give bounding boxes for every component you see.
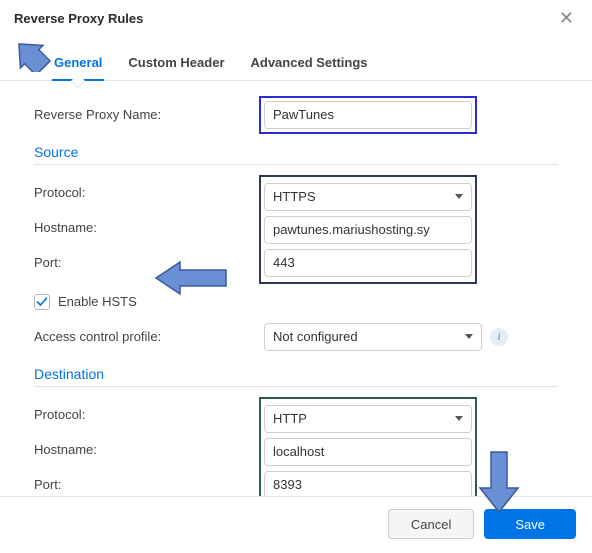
source-protocol-select[interactable]: HTTPS [264,183,472,211]
row-access-control: Access control profile: Not configured i [34,319,558,354]
destination-labels: Protocol: Hostname: Port: [34,397,264,496]
tab-label: General [54,55,102,70]
annotation-arrow-general [4,22,54,72]
source-hostname-label: Hostname: [34,220,264,235]
dest-port-label: Port: [34,477,264,492]
highlight-box-destination: HTTP [259,397,477,496]
tab-general[interactable]: General [52,49,104,80]
proxy-name-label: Reverse Proxy Name: [34,107,264,122]
cancel-button[interactable]: Cancel [388,509,474,539]
source-port-input[interactable] [264,249,472,277]
highlight-box-source: HTTPS [259,175,477,284]
info-icon[interactable]: i [490,328,508,346]
dest-protocol-select[interactable]: HTTP [264,405,472,433]
dest-port-input[interactable] [264,471,472,497]
annotation-arrow-hsts [150,258,230,298]
annotation-arrow-save [474,448,524,518]
source-protocol-value: HTTPS [273,189,316,204]
access-control-label: Access control profile: [34,329,264,344]
row-proxy-name: Reverse Proxy Name: [34,97,558,132]
source-hostname-input[interactable] [264,216,472,244]
section-destination: Destination [34,360,558,387]
dest-hostname-label: Hostname: [34,442,264,457]
row-hsts: Enable HSTS [34,284,558,319]
tab-bar: General Custom Header Advanced Settings [0,41,592,81]
section-source: Source [34,138,558,165]
dest-protocol-value: HTTP [273,411,307,426]
source-protocol-label: Protocol: [34,185,264,200]
dest-hostname-input[interactable] [264,438,472,466]
dialog-header: Reverse Proxy Rules ✕ [0,0,592,33]
tab-advanced-settings[interactable]: Advanced Settings [249,49,370,80]
access-control-value: Not configured [273,329,358,344]
chevron-down-icon [455,416,463,421]
hsts-checkbox[interactable] [34,294,50,310]
check-icon [36,296,48,308]
access-control-select[interactable]: Not configured [264,323,482,351]
proxy-name-input[interactable] [264,101,472,129]
chevron-down-icon [455,194,463,199]
dest-protocol-label: Protocol: [34,407,264,422]
dialog-body: Reverse Proxy Name: Source Protocol: Hos… [0,81,592,496]
tab-custom-header[interactable]: Custom Header [126,49,226,80]
hsts-label: Enable HSTS [58,294,137,309]
close-icon[interactable]: ✕ [555,8,578,29]
chevron-down-icon [465,334,473,339]
highlight-box-name [259,96,477,134]
